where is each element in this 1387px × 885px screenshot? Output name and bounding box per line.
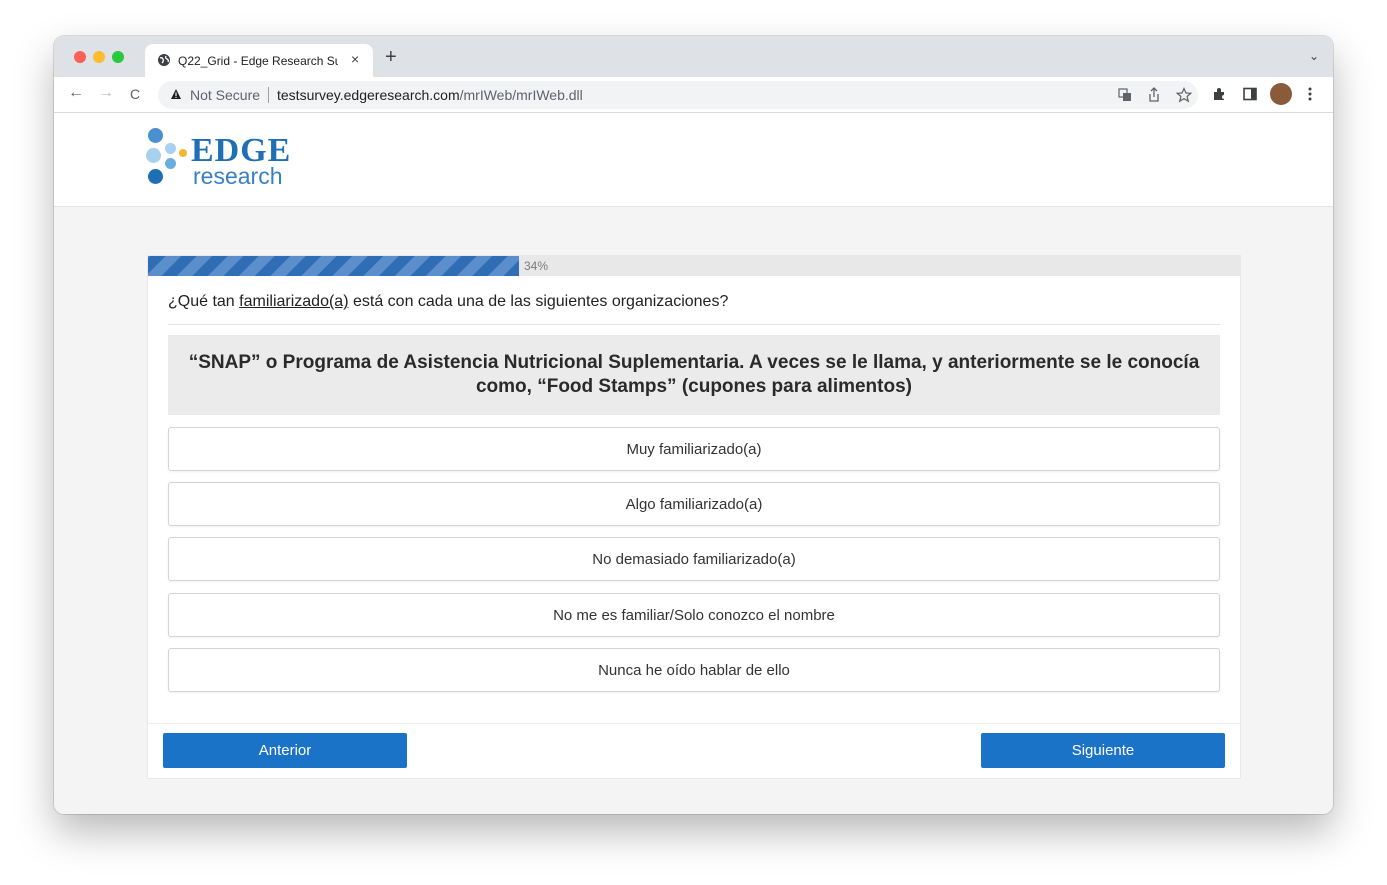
logo-dot — [146, 148, 161, 163]
answer-option[interactable]: Algo familiarizado(a) — [168, 482, 1220, 526]
site-header: EDGE research — [54, 113, 1333, 207]
profile-avatar[interactable] — [1270, 83, 1292, 105]
browser-tab[interactable]: Q22_Grid - Edge Research Sur × — [145, 44, 373, 77]
logo-wordmark-research: research — [193, 163, 283, 189]
kebab-menu-icon[interactable] — [1308, 86, 1312, 102]
extensions-icon[interactable] — [1212, 87, 1226, 101]
url-path: /mrIWeb/mrIWeb.dll — [459, 87, 583, 103]
share-icon[interactable] — [1148, 87, 1160, 103]
minimize-window-button[interactable] — [93, 51, 105, 63]
side-panel-icon[interactable] — [1243, 87, 1257, 101]
url-domain: testsurvey.edgeresearch.com — [277, 87, 460, 103]
grid-item-label: “SNAP” o Programa de Asistencia Nutricio… — [188, 352, 1200, 397]
close-tab-icon[interactable]: × — [351, 51, 359, 67]
warning-icon[interactable] — [170, 88, 182, 100]
progress-fill — [148, 256, 519, 276]
browser-toolbar: ← → C Not Secure testsurvey.edgeresearch… — [54, 77, 1333, 113]
answer-option[interactable]: No demasiado familiarizado(a) — [168, 537, 1220, 581]
forward-icon[interactable]: → — [98, 85, 114, 101]
grid-item-header: “SNAP” o Programa de Asistencia Nutricio… — [168, 335, 1220, 415]
next-button[interactable]: Siguiente — [981, 733, 1225, 768]
close-window-button[interactable] — [74, 51, 86, 63]
logo-dot — [179, 149, 187, 157]
page-content: EDGE research 34% ¿Qué tan familiarizado… — [54, 113, 1333, 814]
url-separator — [268, 87, 269, 103]
question-suffix: está con cada una de las siguientes orga… — [348, 293, 729, 310]
divider — [168, 324, 1220, 325]
url-text[interactable]: testsurvey.edgeresearch.com/mrIWeb/mrIWe… — [277, 87, 583, 103]
answer-option[interactable]: Muy familiarizado(a) — [168, 427, 1220, 471]
reload-icon[interactable]: C — [130, 86, 140, 102]
survey-card: 34% ¿Qué tan familiarizado(a) está con c… — [147, 255, 1241, 779]
edge-research-logo: EDGE research — [146, 128, 306, 192]
question-prefix: ¿Qué tan — [168, 293, 240, 310]
security-status[interactable]: Not Secure — [190, 87, 260, 103]
tab-title: Q22_Grid - Edge Research Sur — [178, 54, 338, 68]
bookmark-star-icon[interactable] — [1176, 87, 1192, 103]
progress-label: 34% — [524, 259, 549, 273]
translate-icon[interactable] — [1118, 88, 1132, 102]
logo-dot — [148, 128, 163, 143]
tab-search-icon[interactable]: ⌄ — [1309, 49, 1319, 63]
divider — [148, 723, 1240, 724]
previous-button[interactable]: Anterior — [163, 733, 407, 768]
progress-bar: 34% — [148, 256, 1240, 276]
back-icon[interactable]: ← — [68, 85, 84, 101]
question-emphasis: familiarizado(a) — [239, 293, 349, 310]
tab-strip: Q22_Grid - Edge Research Sur × + ⌄ — [54, 36, 1333, 77]
new-tab-icon[interactable]: + — [385, 47, 397, 67]
logo-dot — [165, 143, 176, 154]
address-bar[interactable]: Not Secure testsurvey.edgeresearch.com/m… — [158, 81, 1198, 109]
globe-icon — [158, 54, 170, 66]
answer-option[interactable]: No me es familiar/Solo conozco el nombre — [168, 593, 1220, 637]
logo-dot — [148, 169, 163, 184]
question-text: ¿Qué tan familiarizado(a) está con cada … — [168, 293, 728, 311]
browser-window: Q22_Grid - Edge Research Sur × + ⌄ ← → C… — [54, 36, 1333, 814]
answer-option[interactable]: Nunca he oído hablar de ello — [168, 648, 1220, 692]
zoom-window-button[interactable] — [112, 51, 124, 63]
logo-dot — [165, 158, 176, 169]
